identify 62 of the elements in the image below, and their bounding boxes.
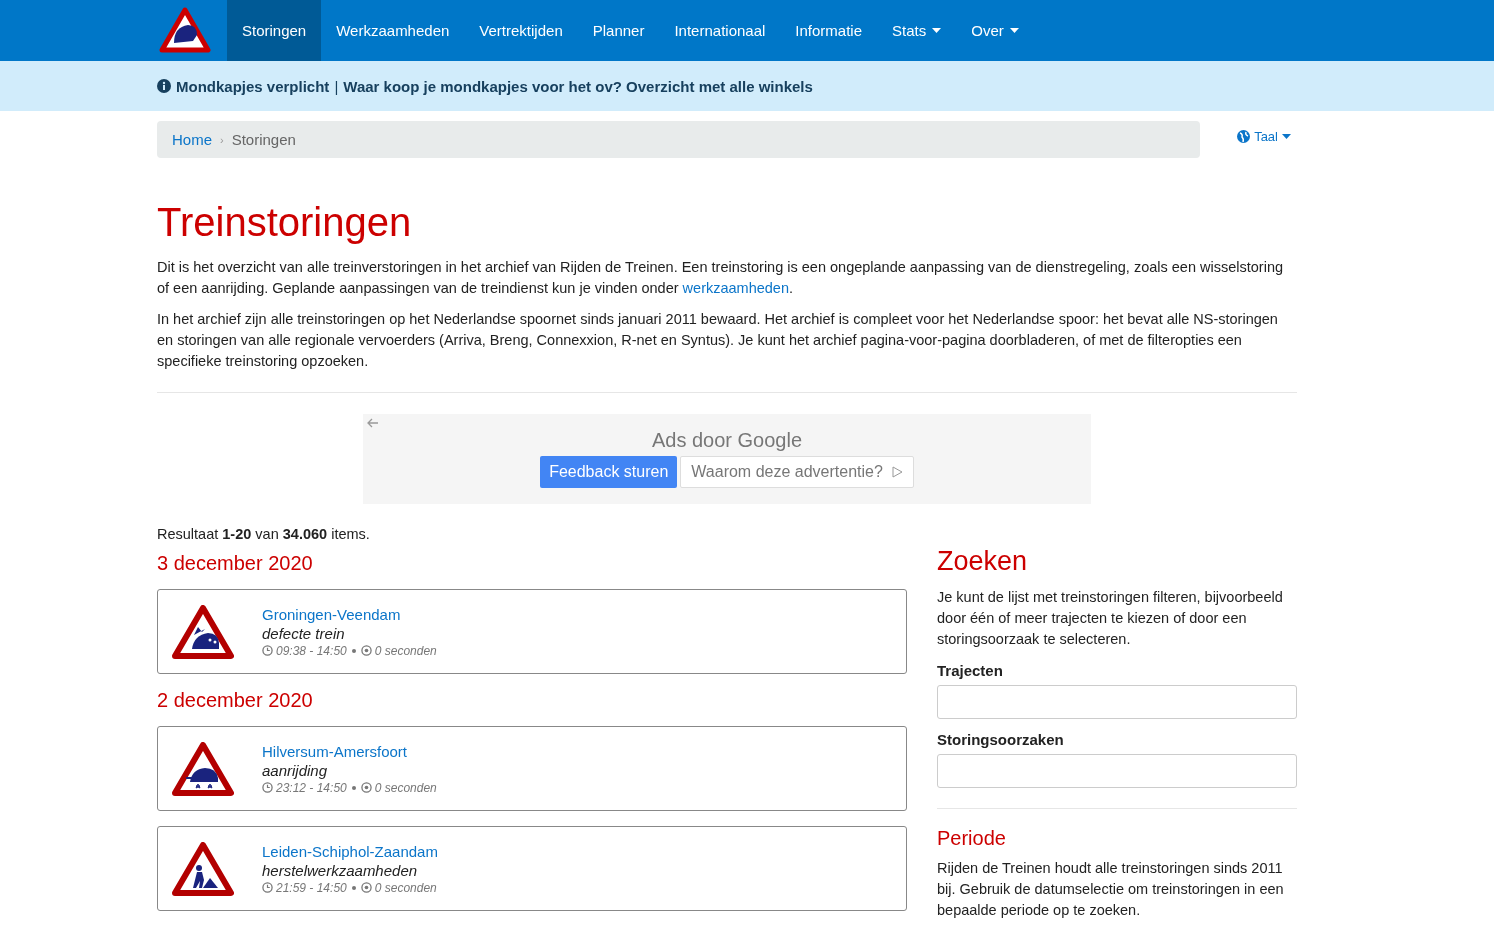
- nav-link[interactable]: Stats: [877, 0, 957, 61]
- date-heading: 2 december 2020: [157, 689, 314, 712]
- dot-separator: [351, 648, 356, 653]
- nav-link[interactable]: Vertrektijden: [464, 0, 578, 61]
- dot-separator: [351, 785, 356, 790]
- target-icon: [360, 782, 372, 793]
- result-summary: Resultaat 1-20 van 34.060 items.: [157, 526, 371, 542]
- train-collision-warning-icon: [172, 741, 234, 796]
- ad-title: Ads door Google: [651, 429, 803, 452]
- caret-icon: [1282, 134, 1291, 139]
- target-icon: [360, 645, 372, 656]
- page-title: Treinstoringen: [157, 200, 413, 245]
- nav-link[interactable]: Planner: [577, 0, 660, 61]
- clock-icon: [262, 645, 273, 656]
- duration: 0 seconden: [374, 643, 437, 658]
- breadcrumb-current: Storingen: [231, 131, 296, 148]
- clock-icon: [262, 882, 273, 893]
- breadcrumb-link[interactable]: Home: [172, 131, 212, 148]
- train-defect-warning-icon: [172, 604, 234, 659]
- incident-cause: defecte trein: [262, 624, 346, 642]
- breadcrumb-separator: ›: [220, 133, 224, 146]
- time-range: 09:38 - 14:50: [276, 643, 347, 658]
- notice-title: Mondkapjes verplicht: [176, 77, 330, 95]
- filter-field[interactable]: [937, 754, 1297, 788]
- date-heading: 3 december 2020: [157, 552, 314, 575]
- play-icon: [890, 466, 903, 478]
- intro-paragraph: In het archief zijn alle treinstoringen op het Nederlandse spoornet sinds januari 2011 bewaard. Het archief is compleet voor het Nederlandse spoor: het bevat alle NS-storingen en storingen van alle regionale vervoerders (Arriva, Breng, Connexxion, R-net en Syntus). Je kunt het archief pagina-voor-pagina doorbladeren, of met de filteropties een specifieke treinstoring opzoeken.: [157, 310, 1279, 371]
- nav-link[interactable]: Storingen: [227, 0, 322, 61]
- search-title: Zoeken: [937, 546, 1029, 577]
- route-link[interactable]: Hilversum-Amersfoort: [262, 742, 437, 760]
- feedback-button[interactable]: Feedback sturen: [540, 456, 678, 488]
- time-range: 23:12 - 14:50: [276, 780, 347, 795]
- field-label: Storingsoorzaken: [937, 731, 1065, 748]
- field-label: Trajecten: [937, 662, 1004, 679]
- target-icon: [360, 882, 372, 893]
- route-link[interactable]: Leiden-Schiphol-Zaandam: [262, 842, 438, 860]
- roadworks-warning-icon: [172, 841, 234, 896]
- nav-link[interactable]: Werkzaamheden: [321, 0, 465, 61]
- time-range: 21:59 - 14:50: [276, 880, 347, 895]
- nav-link[interactable]: Internationaal: [659, 0, 781, 61]
- notice-link[interactable]: Waar koop je mondkapjes voor het ov? Overzicht met alle winkels: [343, 77, 813, 95]
- duration: 0 seconden: [374, 780, 437, 795]
- separator: |: [334, 77, 339, 95]
- duration: 0 seconden: [374, 880, 437, 895]
- period-title: Periode: [937, 827, 1007, 850]
- incident-cause: aanrijding: [262, 761, 329, 779]
- logo-icon[interactable]: [159, 7, 211, 53]
- info-icon: [157, 79, 171, 93]
- intro-paragraph: Dit is het overzicht van alle treinverstoringen in het archief van Rijden de Treinen. Een treinstoring is een ongeplande aanpassing van de dienstregeling, zoals een wisselstoring of een aanrijding. Geplande aanpassingen van de treindienst kun je vinden onder werkzaamheden.: [157, 258, 1285, 298]
- werkzaamheden-link[interactable]: werkzaamheden: [682, 280, 789, 296]
- nav-link[interactable]: Informatie: [780, 0, 878, 61]
- filter-field[interactable]: [937, 685, 1297, 719]
- route-link[interactable]: Groningen-Veendam: [262, 605, 437, 623]
- why-this-ad-button[interactable]: Waarom deze advertentie?: [680, 456, 914, 488]
- search-description: Je kunt de lijst met treinstoringen filteren, bijvoorbeeld door één of meer trajecten te kiezen of door een storingsoorzaak te selecteren.: [937, 588, 1284, 649]
- dot-separator: [351, 885, 356, 890]
- clock-icon: [262, 782, 273, 793]
- incident-cause: herstelwerkzaamheden: [262, 861, 419, 879]
- nav-link[interactable]: Over: [956, 0, 1034, 61]
- language-menu[interactable]: Taal: [1237, 129, 1291, 144]
- period-description: Rijden de Treinen houdt alle treinstoringen sinds 2011 bij. Gebruik de datumselectie om treinstoringen in een bepaalde periode op te zoeken.: [937, 859, 1285, 920]
- back-arrow-icon[interactable]: [367, 418, 379, 428]
